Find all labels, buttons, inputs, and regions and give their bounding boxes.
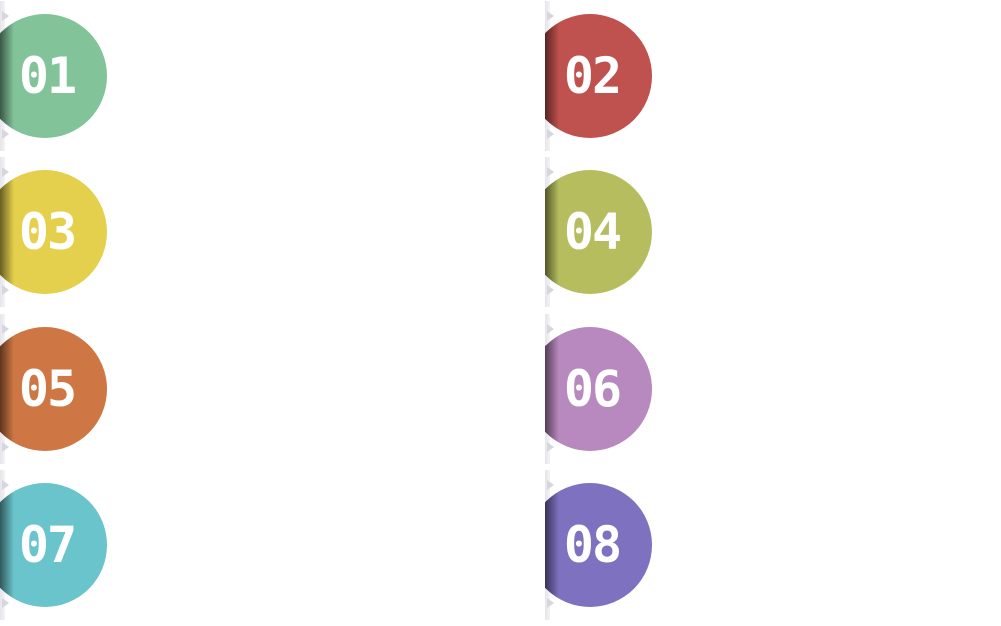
number-badge-07: 07 [0, 469, 120, 620]
number-badge-03: 03 [0, 157, 120, 308]
number-circle: 01 [0, 14, 107, 138]
badge-number: 02 [563, 47, 622, 105]
badge-number: 06 [563, 359, 622, 418]
number-circle: 05 [0, 326, 107, 451]
number-circle: 03 [0, 170, 107, 295]
number-badge-02: 02 [545, 1, 665, 151]
badge-number: 04 [563, 203, 622, 262]
number-badge-06: 06 [545, 313, 665, 464]
number-badge-08: 08 [545, 469, 665, 620]
badge-number: 08 [563, 515, 622, 574]
number-badge-05: 05 [0, 313, 120, 464]
number-badge-01: 01 [0, 1, 120, 151]
badge-number: 05 [18, 359, 77, 418]
number-circle: 08 [545, 482, 652, 607]
number-circle: 02 [545, 14, 652, 138]
number-circle: 06 [545, 326, 652, 451]
badge-number: 07 [18, 515, 77, 574]
badge-number: 01 [18, 47, 77, 105]
number-circle: 04 [545, 170, 652, 295]
number-circle: 07 [0, 482, 107, 607]
badge-number: 03 [18, 203, 77, 262]
number-badge-04: 04 [545, 157, 665, 308]
